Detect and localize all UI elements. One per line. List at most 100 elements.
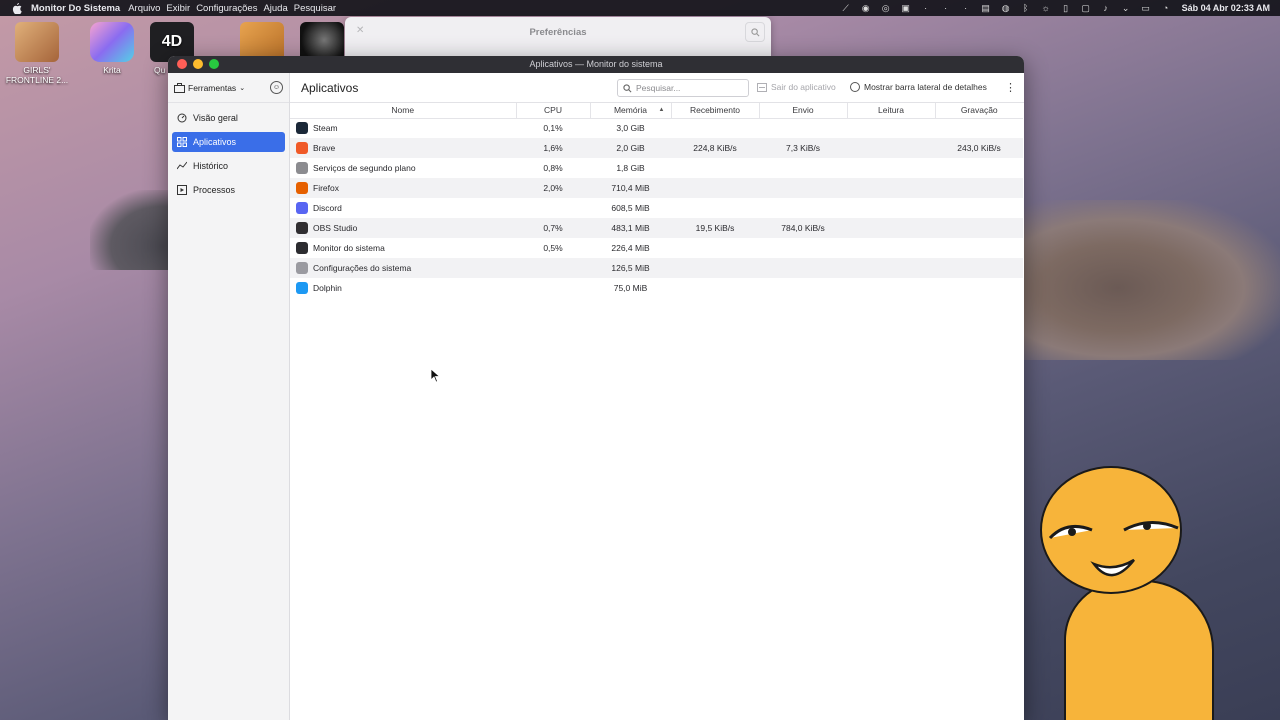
column-header-envio[interactable]: Envio — [759, 103, 848, 119]
app-icon — [296, 202, 308, 214]
table-row[interactable]: Discord 608,5 MiB — [290, 198, 1023, 218]
cell-cpu: 0,7% — [543, 223, 563, 233]
details-sidebar-toggle[interactable]: Mostrar barra lateral de detalhes — [850, 82, 987, 92]
mute-icon[interactable]: ⟋ — [836, 0, 856, 16]
app-icon — [296, 242, 308, 254]
more-menu-icon[interactable]: ⋮ — [1005, 81, 1016, 94]
grid-icon — [177, 137, 187, 147]
network-icon[interactable]: ⌄ — [1116, 0, 1136, 16]
window-titlebar[interactable]: Aplicativos — Monitor do sistema — [168, 56, 1024, 73]
cell-memory: 608,5 MiB — [611, 203, 650, 213]
table-row[interactable]: Dolphin 75,0 MiB — [290, 278, 1023, 298]
cell-name: Firefox — [290, 178, 516, 198]
app-icon — [296, 262, 308, 274]
sidebar-item-visao-geral[interactable]: Visão geral — [172, 108, 285, 128]
cell-memory: 75,0 MiB — [613, 283, 648, 293]
apple-icon[interactable] — [12, 2, 22, 14]
cell-receive — [671, 178, 759, 198]
cell-read — [847, 258, 935, 278]
cell-cpu — [516, 198, 590, 218]
menu-exibir[interactable]: Exibir — [166, 3, 190, 14]
cell-write — [935, 238, 1023, 258]
menu-pesquisar[interactable]: Pesquisar — [294, 3, 336, 14]
cell-memory: 226,4 MiB — [611, 243, 650, 253]
column-header-gravacao[interactable]: Gravação — [935, 103, 1023, 119]
dot-icon: · — [944, 3, 948, 13]
battery-icon[interactable]: ▯ — [1056, 0, 1076, 16]
app-icon — [296, 222, 308, 234]
brightness-icon[interactable]: ☼ — [1036, 0, 1056, 16]
app-icon — [296, 282, 308, 294]
cell-memory: 710,4 MiB — [611, 183, 650, 193]
bluetooth-icon[interactable]: ᛒ — [1016, 0, 1036, 16]
cell-write — [935, 158, 1023, 178]
clock[interactable]: Sáb 04 Abr 02:33 AM — [1182, 3, 1270, 13]
tools-menu-button[interactable]: Ferramentas ⌄ — [174, 82, 246, 93]
cell-send — [759, 258, 847, 278]
cell-read — [847, 278, 935, 298]
cell-name: Monitor do sistema — [290, 238, 516, 258]
gauge-icon — [177, 113, 187, 123]
app-name: Configurações do sistema — [313, 263, 412, 273]
exit-app-label: Sair do aplicativo — [771, 82, 836, 92]
smiley-icon[interactable]: ☺ — [270, 81, 283, 94]
column-header-recebimento[interactable]: Recebimento — [671, 103, 760, 119]
settings-icon[interactable]: ◔ — [1156, 0, 1176, 16]
discord-tray-icon[interactable]: ◉ — [856, 0, 876, 16]
cell-memory: 126,5 MiB — [611, 263, 650, 273]
desktop-icon-krita[interactable]: Krita — [75, 22, 149, 75]
page-title: Aplicativos — [301, 81, 359, 95]
exit-app-button[interactable]: Sair do aplicativo — [757, 82, 836, 92]
volume-icon[interactable]: ♪ — [1096, 0, 1116, 16]
app-name: Dolphin — [313, 283, 342, 293]
table-row[interactable]: Monitor do sistema 0,5% 226,4 MiB — [290, 238, 1023, 258]
table-row[interactable]: Firefox 2,0% 710,4 MiB — [290, 178, 1023, 198]
desktop-icon-girls-frontline[interactable]: GIRLS' FRONTLINE 2... — [0, 22, 74, 85]
search-field[interactable] — [617, 79, 749, 97]
cell-read — [847, 218, 935, 238]
cell-write — [935, 218, 1023, 238]
table-row[interactable]: Serviços de segundo plano 0,8% 1,8 GiB — [290, 158, 1023, 178]
app-name: Brave — [313, 143, 336, 153]
display-icon[interactable]: ▢ — [1076, 0, 1096, 16]
app-name[interactable]: Monitor Do Sistema — [31, 3, 120, 14]
chevron-down-icon: ⌄ — [239, 84, 246, 92]
column-header-leitura[interactable]: Leitura — [847, 103, 936, 119]
table-row[interactable]: OBS Studio 0,7% 483,1 MiB 19,5 KiB/s 784… — [290, 218, 1023, 238]
clipboard-icon[interactable]: ▤ — [976, 0, 996, 16]
screen-icon[interactable]: ▭ — [1136, 0, 1156, 16]
updates-icon[interactable]: ◍ — [996, 0, 1016, 16]
menu-configuracoes[interactable]: Configurações — [196, 3, 257, 14]
table-row[interactable]: Brave 1,6% 2,0 GiB 224,8 KiB/s 7,3 KiB/s… — [290, 138, 1023, 158]
column-header-cpu[interactable]: CPU — [516, 103, 591, 119]
preferences-title: Preferências — [529, 27, 587, 38]
menu-ajuda[interactable]: Ajuda — [263, 3, 287, 14]
search-button[interactable] — [745, 22, 765, 42]
column-header-memoria[interactable]: Memória ▲ — [590, 103, 672, 119]
cell-send: 784,0 KiB/s — [781, 223, 825, 233]
cell-read — [847, 238, 935, 258]
sidebar-item-processos[interactable]: Processos — [172, 180, 285, 200]
table-row[interactable]: Steam 0,1% 3,0 GiB — [290, 118, 1023, 138]
sidebar-item-aplicativos[interactable]: Aplicativos — [172, 132, 285, 152]
cell-memory: 2,0 GiB — [616, 143, 645, 153]
exit-icon — [757, 82, 767, 92]
search-input[interactable] — [636, 83, 746, 93]
game-icon — [15, 22, 59, 62]
cell-memory: 1,8 GiB — [616, 163, 645, 173]
cell-name: Serviços de segundo plano — [290, 158, 516, 178]
table-row[interactable]: Configurações do sistema 126,5 MiB — [290, 258, 1023, 278]
cell-send: 7,3 KiB/s — [785, 143, 821, 153]
desktop-cliff-right — [1010, 200, 1280, 360]
column-header-nome[interactable]: Nome — [290, 103, 517, 119]
steam-tray-icon[interactable]: ▣ — [896, 0, 916, 16]
desktop-icon-label: GIRLS' FRONTLINE 2... — [5, 65, 69, 85]
cell-cpu: 0,1% — [543, 123, 563, 134]
menu-arquivo[interactable]: Arquivo — [128, 3, 160, 14]
cell-cpu: 2,0% — [543, 183, 563, 193]
record-tray-icon[interactable]: ◎ — [876, 0, 896, 16]
sidebar-item-historico[interactable]: Histórico — [172, 156, 285, 176]
cell-receive — [671, 278, 759, 298]
app-icon — [296, 122, 308, 135]
cell-receive — [671, 118, 759, 138]
